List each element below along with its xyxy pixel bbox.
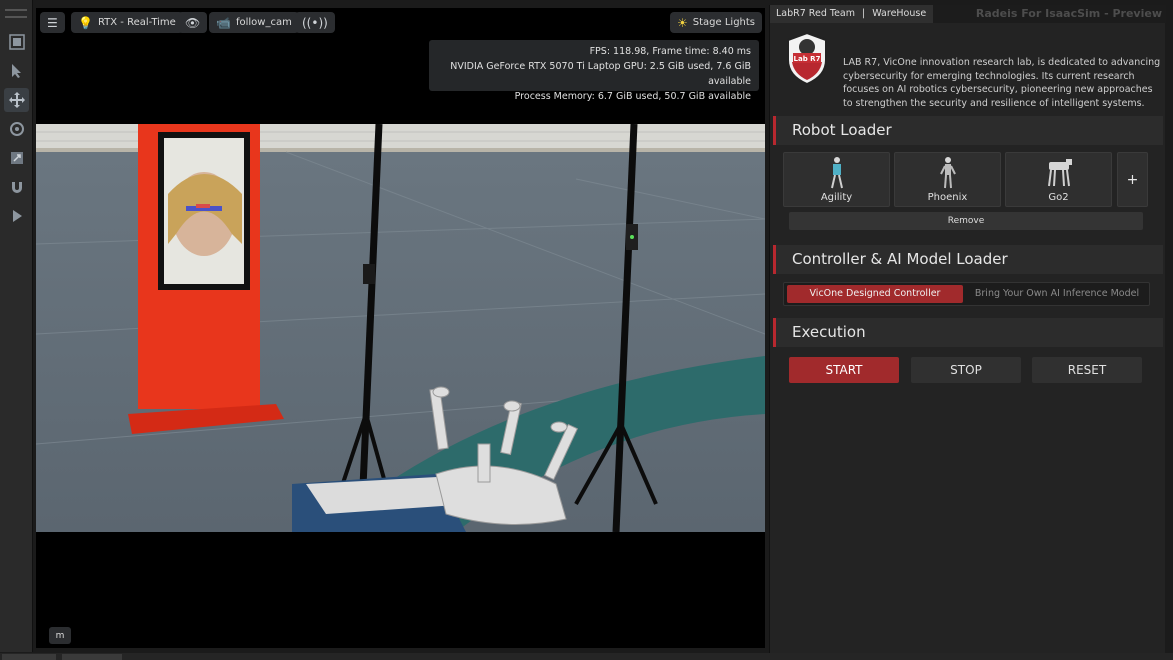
robot-label-go2: Go2 (1048, 192, 1069, 203)
select-icon[interactable] (4, 59, 29, 83)
viewport-settings-button[interactable]: ☰ (40, 12, 65, 33)
controller-loader-header[interactable]: Controller & AI Model Loader (773, 245, 1163, 274)
robot-loader-header[interactable]: Robot Loader (773, 116, 1163, 145)
bottom-tab-1[interactable] (2, 654, 56, 660)
camera-icon: 📹 (216, 15, 231, 30)
play-icon[interactable] (4, 204, 29, 228)
gpu-stat: NVIDIA GeForce RTX 5070 Ti Laptop GPU: 2… (450, 61, 751, 87)
panel-tabbar: LabR7 Red Team | WareHouse Radeis For Is… (770, 5, 1166, 23)
execution-header[interactable]: Execution (773, 318, 1163, 347)
camera-button[interactable]: 📹 follow_cam (209, 12, 299, 33)
bottom-dock-tabs (0, 653, 1173, 660)
byo-ai-model-option[interactable]: Bring Your Own AI Inference Model (967, 285, 1147, 303)
panel-title: Radeis For IsaacSim - Preview (975, 7, 1162, 20)
controller-selector: VicOne Designed Controller Bring Your Ow… (783, 282, 1150, 306)
robot-card-phoenix[interactable]: Phoenix (894, 152, 1001, 207)
lighting-button[interactable]: ☀ Stage Lights (670, 12, 763, 33)
robot-card-go2[interactable]: Go2 (1005, 152, 1112, 207)
eye-icon: 👁 (185, 15, 201, 30)
snap-icon[interactable] (4, 175, 29, 199)
robot-card-agility[interactable]: Agility (783, 152, 890, 207)
svg-text:Lab R7: Lab R7 (794, 55, 821, 63)
lab-r7-logo: Lab R7 (787, 31, 827, 86)
toolbar-grip[interactable] (5, 9, 27, 18)
rotate-icon[interactable] (4, 117, 29, 141)
about-section: Lab R7 LAB R7, VicOne innovation researc… (770, 25, 1166, 111)
reset-button[interactable]: RESET (1032, 357, 1142, 383)
robot-label-phoenix: Phoenix (927, 192, 968, 203)
vicone-designed-controller-option[interactable]: VicOne Designed Controller (787, 285, 963, 303)
phoenix-robot-icon (939, 157, 956, 189)
start-button[interactable]: START (789, 357, 899, 383)
remove-robot-button[interactable]: Remove (789, 212, 1143, 230)
broadcast-button[interactable]: ((•)) (295, 12, 335, 33)
renderer-button[interactable]: 💡 RTX - Real-Time (71, 12, 183, 33)
extension-panel: LabR7 Red Team | WareHouse Radeis For Is… (769, 5, 1166, 653)
tab-separator: | (862, 8, 866, 19)
simulation-scene[interactable] (36, 124, 765, 532)
left-toolbar (0, 0, 33, 652)
layout-icon[interactable] (4, 30, 29, 54)
settings-sliders-icon: ☰ (47, 15, 58, 30)
lighting-label: Stage Lights (692, 17, 756, 28)
lightbulb-icon: 💡 (78, 15, 93, 30)
isaac-sim-window: ☰ 💡 RTX - Real-Time 👁 📹 follow_cam ((•))… (0, 0, 1173, 660)
sun-icon: ☀ (677, 15, 688, 30)
add-robot-button[interactable]: + (1117, 152, 1148, 207)
scale-icon[interactable] (4, 146, 29, 170)
viewport[interactable]: ☰ 💡 RTX - Real-Time 👁 📹 follow_cam ((•))… (36, 8, 765, 648)
tab-labr7-red-team[interactable]: LabR7 Red Team | WareHouse (770, 5, 933, 23)
visibility-button[interactable]: 👁 (178, 12, 208, 33)
execution-title: Execution (792, 323, 866, 341)
camera-label: follow_cam (235, 17, 292, 28)
performance-stats: FPS: 118.98, Frame time: 8.40 ms NVIDIA … (429, 40, 759, 102)
robot-label-agility: Agility (820, 192, 853, 203)
agility-robot-icon (830, 157, 843, 189)
memory-stat: Process Memory: 6.7 GiB used, 50.7 GiB a… (514, 91, 751, 102)
mode-chip[interactable]: m (49, 627, 71, 644)
fps-stat: FPS: 118.98, Frame time: 8.40 ms (589, 46, 751, 57)
about-description: LAB R7, VicOne innovation research lab, … (843, 57, 1161, 109)
controller-loader-title: Controller & AI Model Loader (792, 250, 1008, 268)
bottom-tab-2[interactable] (62, 654, 122, 660)
robot-loader-title: Robot Loader (792, 121, 892, 139)
renderer-label: RTX - Real-Time (97, 17, 176, 28)
stop-button[interactable]: STOP (911, 357, 1021, 383)
move-icon[interactable] (4, 88, 29, 112)
broadcast-icon: ((•)) (302, 15, 328, 30)
tab-warehouse[interactable]: WareHouse (872, 8, 926, 19)
go2-robot-icon (1047, 159, 1072, 187)
viewport-toolbar: ☰ 💡 RTX - Real-Time 👁 📹 follow_cam ((•))… (36, 8, 765, 36)
